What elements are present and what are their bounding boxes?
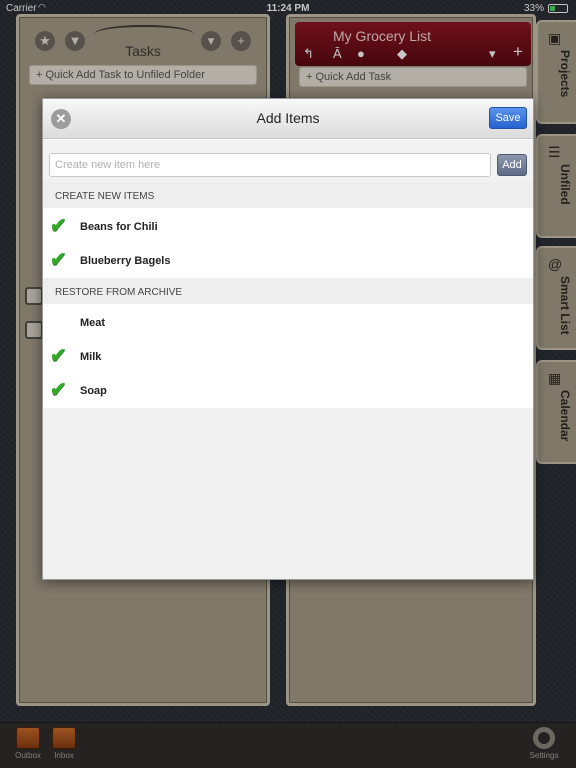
new-item-input[interactable]	[49, 153, 491, 177]
checkmark-icon[interactable]: ✔	[50, 247, 67, 272]
dialog-empty-area	[43, 408, 533, 579]
list-item[interactable]: ✔ Milk	[43, 340, 533, 374]
save-button[interactable]: Save	[489, 107, 527, 129]
dialog-header: ✕ Add Items Save	[43, 99, 533, 139]
checkmark-icon[interactable]: ✔	[50, 343, 67, 368]
checkmark-icon[interactable]: ✔	[50, 377, 67, 402]
section-header-create: CREATE NEW ITEMS	[43, 182, 533, 208]
add-items-dialog: ✕ Add Items Save Add CREATE NEW ITEMS ✔ …	[42, 98, 534, 580]
item-label: Milk	[80, 351, 102, 363]
item-label: Blueberry Bagels	[80, 255, 171, 267]
list-item[interactable]: ✔ Soap	[43, 374, 533, 408]
section-header-restore: RESTORE FROM ARCHIVE	[43, 278, 533, 304]
item-label: Soap	[80, 385, 107, 397]
new-item-row: Add	[43, 140, 533, 182]
item-label: Beans for Chili	[80, 221, 158, 233]
dialog-title: Add Items	[256, 110, 320, 126]
list-item[interactable]: Meat	[43, 306, 533, 340]
list-item[interactable]: ✔ Beans for Chili	[43, 210, 533, 244]
add-button[interactable]: Add	[497, 154, 527, 176]
item-label: Meat	[80, 317, 106, 329]
checkmark-icon[interactable]: ✔	[50, 213, 67, 238]
list-item[interactable]: ✔ Blueberry Bagels	[43, 244, 533, 278]
